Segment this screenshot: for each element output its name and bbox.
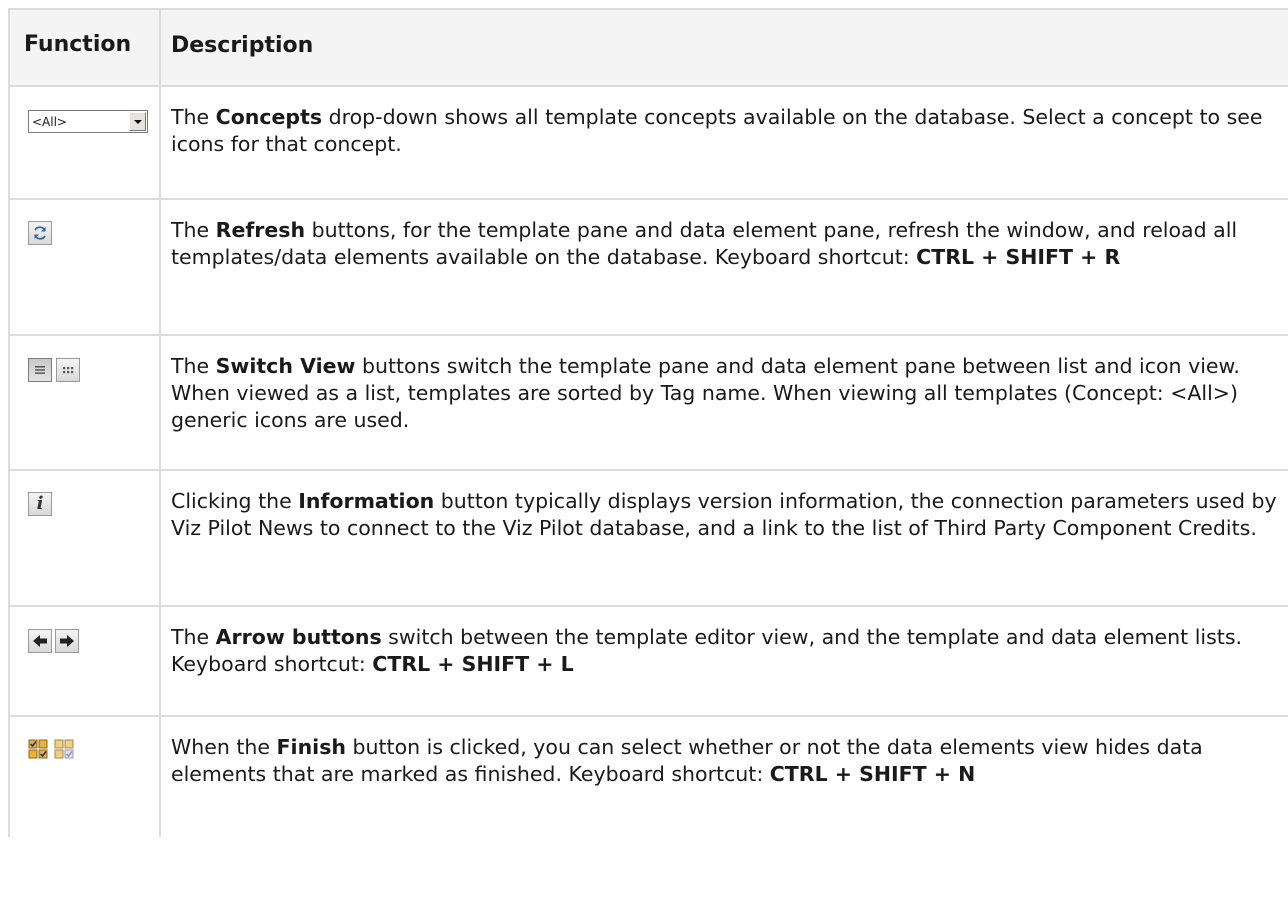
function-cell xyxy=(8,607,161,715)
desc-term: Switch View xyxy=(215,354,356,378)
desc-text: The xyxy=(171,218,216,242)
desc-text: The xyxy=(171,625,216,649)
list-view-icon[interactable] xyxy=(28,358,52,382)
information-icon[interactable]: i xyxy=(28,492,52,516)
desc-text: Clicking the xyxy=(171,489,299,513)
concepts-dropdown[interactable]: <All> xyxy=(28,110,148,133)
arrow-left-icon[interactable] xyxy=(28,629,52,653)
function-table: Function Description <All> The Concepts … xyxy=(8,8,1288,837)
description-cell: The Concepts drop-down shows all templat… xyxy=(161,87,1288,198)
desc-text: drop-down shows all template concepts av… xyxy=(171,105,1263,156)
concepts-dropdown-value: <All> xyxy=(32,114,67,129)
table-header-row: Function Description xyxy=(8,10,1288,87)
description-cell: Clicking the Information button typicall… xyxy=(161,471,1288,605)
desc-text: The xyxy=(171,105,216,129)
description-cell: When the Finish button is clicked, you c… xyxy=(161,717,1288,837)
table-row: i Clicking the Information button typica… xyxy=(8,471,1288,607)
table-row: The Arrow buttons switch between the tem… xyxy=(8,607,1288,717)
function-header-cell: Function xyxy=(8,10,161,85)
chevron-down-icon[interactable] xyxy=(129,112,146,131)
desc-term: Refresh xyxy=(215,218,306,242)
function-cell: i xyxy=(8,471,161,605)
function-cell xyxy=(8,717,161,837)
keyboard-shortcut: CTRL + SHIFT + N xyxy=(769,762,976,786)
desc-term: Concepts xyxy=(215,105,323,129)
desc-term: Information xyxy=(298,489,435,513)
desc-term: Arrow buttons xyxy=(215,625,382,649)
description-header: Description xyxy=(171,33,314,58)
arrow-right-icon[interactable] xyxy=(55,629,79,653)
icon-view-icon[interactable] xyxy=(56,358,80,382)
keyboard-shortcut: CTRL + SHIFT + L xyxy=(372,652,574,676)
refresh-icon[interactable] xyxy=(28,221,52,245)
function-cell xyxy=(8,200,161,334)
finish-hide-icon[interactable] xyxy=(54,739,74,759)
table-row: The Switch View buttons switch the templ… xyxy=(8,336,1288,471)
desc-text: When the xyxy=(171,735,277,759)
description-cell: The Switch View buttons switch the templ… xyxy=(161,336,1288,469)
desc-text: The xyxy=(171,354,216,378)
table-row: <All> The Concepts drop-down shows all t… xyxy=(8,87,1288,200)
desc-term: Finish xyxy=(276,735,346,759)
function-header: Function xyxy=(24,32,132,57)
function-cell: <All> xyxy=(8,87,161,198)
table-row: The Refresh buttons, for the template pa… xyxy=(8,200,1288,336)
description-cell: The Refresh buttons, for the template pa… xyxy=(161,200,1288,334)
table-row: When the Finish button is clicked, you c… xyxy=(8,717,1288,837)
keyboard-shortcut: CTRL + SHIFT + R xyxy=(916,245,1121,269)
finish-show-icon[interactable] xyxy=(28,739,48,759)
description-cell: The Arrow buttons switch between the tem… xyxy=(161,607,1288,715)
function-cell xyxy=(8,336,161,469)
